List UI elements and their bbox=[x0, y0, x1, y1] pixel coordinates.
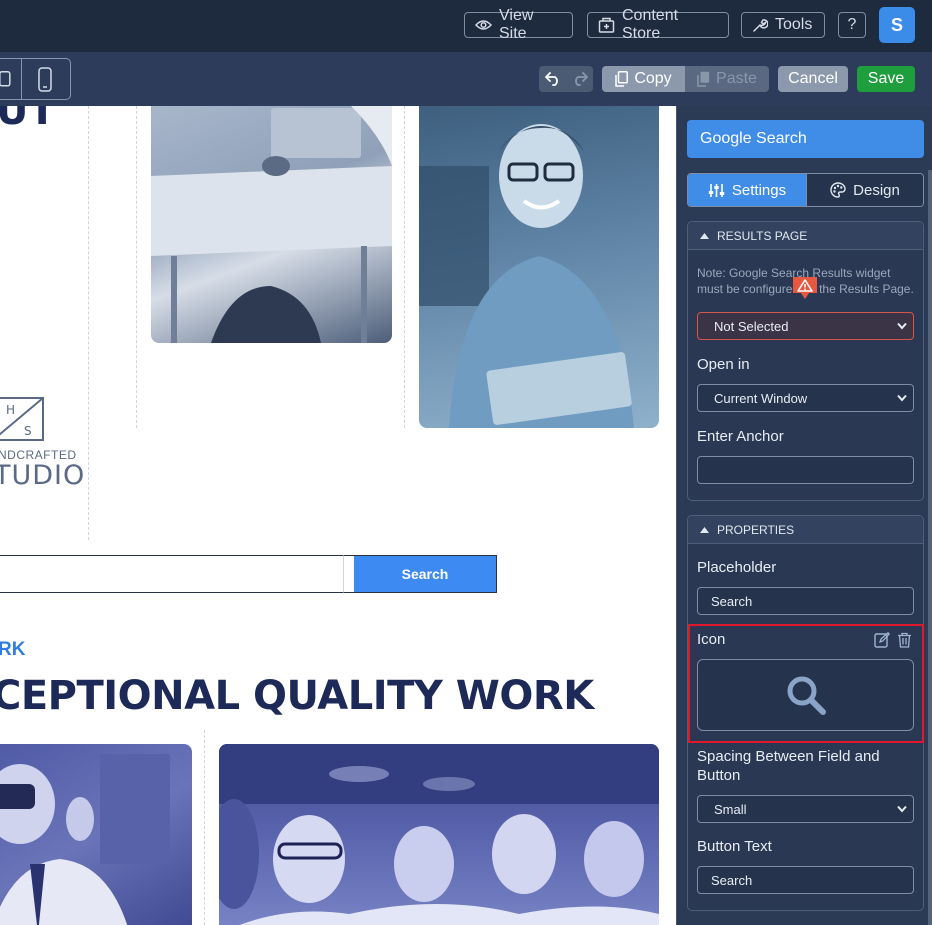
save-button[interactable]: Save bbox=[857, 66, 915, 92]
content-store-button[interactable]: Content Store bbox=[587, 7, 729, 42]
properties-header[interactable]: PROPERTIES bbox=[688, 516, 923, 544]
team-group-illustration bbox=[219, 744, 659, 925]
paste-button[interactable]: Paste bbox=[685, 66, 769, 92]
help-button[interactable]: ? bbox=[838, 12, 866, 38]
button-text-label: Button Text bbox=[697, 838, 772, 855]
device-switcher bbox=[0, 58, 71, 100]
logo-text-line2: TUDIO bbox=[0, 460, 86, 491]
tab-design[interactable]: Design bbox=[806, 174, 923, 206]
sliders-icon bbox=[708, 183, 725, 197]
save-label: Save bbox=[867, 70, 905, 87]
warning-icon bbox=[793, 277, 817, 299]
logo-letter-h: H bbox=[6, 403, 15, 417]
eye-icon bbox=[475, 20, 492, 30]
vr-headset-photo[interactable] bbox=[0, 744, 192, 925]
user-avatar[interactable]: S bbox=[879, 7, 915, 43]
wrench-icon bbox=[753, 19, 768, 32]
results-page-select[interactable]: Not Selected bbox=[697, 312, 914, 340]
open-in-select-value: Current Window bbox=[714, 390, 808, 406]
placeholder-input[interactable]: Search bbox=[697, 587, 914, 615]
copy-label: Copy bbox=[634, 70, 672, 87]
section-heading-fragment: UT bbox=[0, 106, 56, 134]
view-site-button[interactable]: View Site bbox=[464, 7, 573, 42]
tools-button[interactable]: Tools bbox=[741, 12, 825, 38]
open-in-label: Open in bbox=[697, 356, 750, 373]
section-eyebrow: RK bbox=[0, 639, 26, 660]
spacing-label: Spacing Between Field and Button bbox=[697, 748, 880, 784]
redo-button[interactable] bbox=[566, 66, 593, 92]
view-site-label: View Site bbox=[499, 7, 534, 42]
column-guide bbox=[404, 106, 405, 428]
canvas-search-button[interactable]: Search bbox=[354, 556, 496, 592]
tools-label: Tools bbox=[775, 16, 813, 33]
chevron-down-icon bbox=[897, 805, 907, 813]
spacing-select-value: Small bbox=[714, 801, 747, 817]
undo-icon bbox=[544, 72, 558, 86]
results-page-title: RESULTS PAGE bbox=[717, 228, 808, 243]
mobile-icon[interactable] bbox=[38, 67, 52, 92]
tab-design-label: Design bbox=[853, 181, 900, 199]
undo-button[interactable] bbox=[539, 66, 566, 92]
copy-icon bbox=[615, 71, 629, 87]
vr-man-illustration bbox=[0, 754, 170, 925]
cancel-button[interactable]: Cancel bbox=[778, 66, 848, 92]
cancel-label: Cancel bbox=[788, 70, 838, 87]
palette-icon bbox=[830, 182, 846, 198]
chevron-down-icon bbox=[897, 322, 907, 330]
office-meeting-illustration bbox=[151, 106, 392, 343]
handcrafted-studio-logo-mark: H S bbox=[0, 397, 44, 441]
smiling-man-laptop-photo[interactable] bbox=[419, 106, 659, 428]
store-icon bbox=[598, 17, 615, 33]
man-with-laptop-illustration bbox=[419, 124, 634, 428]
undo-redo-group bbox=[539, 66, 593, 92]
device-divider bbox=[21, 59, 22, 99]
icon-field-highlight bbox=[688, 624, 924, 743]
team-group-photo[interactable] bbox=[219, 744, 659, 925]
results-page-header[interactable]: RESULTS PAGE bbox=[688, 222, 923, 250]
avatar-initial: S bbox=[890, 14, 903, 35]
content-store-label: Content Store bbox=[622, 7, 679, 42]
top-bar: View Site Content Store Tools ? S bbox=[0, 0, 932, 52]
canvas-search-input[interactable] bbox=[0, 555, 343, 593]
column-guide bbox=[204, 730, 205, 925]
panel-tabs: Settings Design bbox=[687, 173, 924, 207]
tablet-icon[interactable] bbox=[0, 71, 11, 87]
tab-settings[interactable]: Settings bbox=[688, 174, 806, 206]
open-in-select[interactable]: Current Window bbox=[697, 384, 914, 412]
column-guide bbox=[136, 106, 137, 428]
quality-work-heading: CEPTIONAL QUALITY WORK bbox=[0, 673, 594, 719]
column-guide bbox=[88, 106, 89, 540]
help-label: ? bbox=[847, 16, 857, 33]
placeholder-label: Placeholder bbox=[697, 559, 777, 576]
tab-settings-label: Settings bbox=[731, 181, 787, 199]
copy-button[interactable]: Copy bbox=[602, 66, 685, 92]
page-root: View Site Content Store Tools ? S Copy P… bbox=[0, 0, 932, 925]
logo-letter-s: S bbox=[24, 424, 32, 438]
properties-title: PROPERTIES bbox=[717, 522, 795, 537]
widget-title: Google Search bbox=[687, 120, 924, 158]
chevron-down-icon bbox=[897, 394, 907, 402]
panel-scrollbar[interactable] bbox=[928, 170, 932, 925]
paste-label: Paste bbox=[716, 70, 757, 87]
button-text-input[interactable]: Search bbox=[697, 866, 914, 894]
anchor-input[interactable] bbox=[697, 456, 914, 484]
paste-icon bbox=[697, 71, 710, 87]
redo-icon bbox=[574, 72, 588, 86]
caret-up-icon bbox=[700, 232, 709, 239]
results-page-select-value: Not Selected bbox=[714, 318, 789, 334]
caret-up-icon bbox=[700, 526, 709, 533]
spacing-select[interactable]: Small bbox=[697, 795, 914, 823]
page-canvas: UT H S NDCRAFTED TUDIO Search RK CEPTION… bbox=[0, 106, 676, 925]
anchor-label: Enter Anchor bbox=[697, 428, 784, 445]
office-meeting-photo[interactable] bbox=[151, 106, 392, 343]
